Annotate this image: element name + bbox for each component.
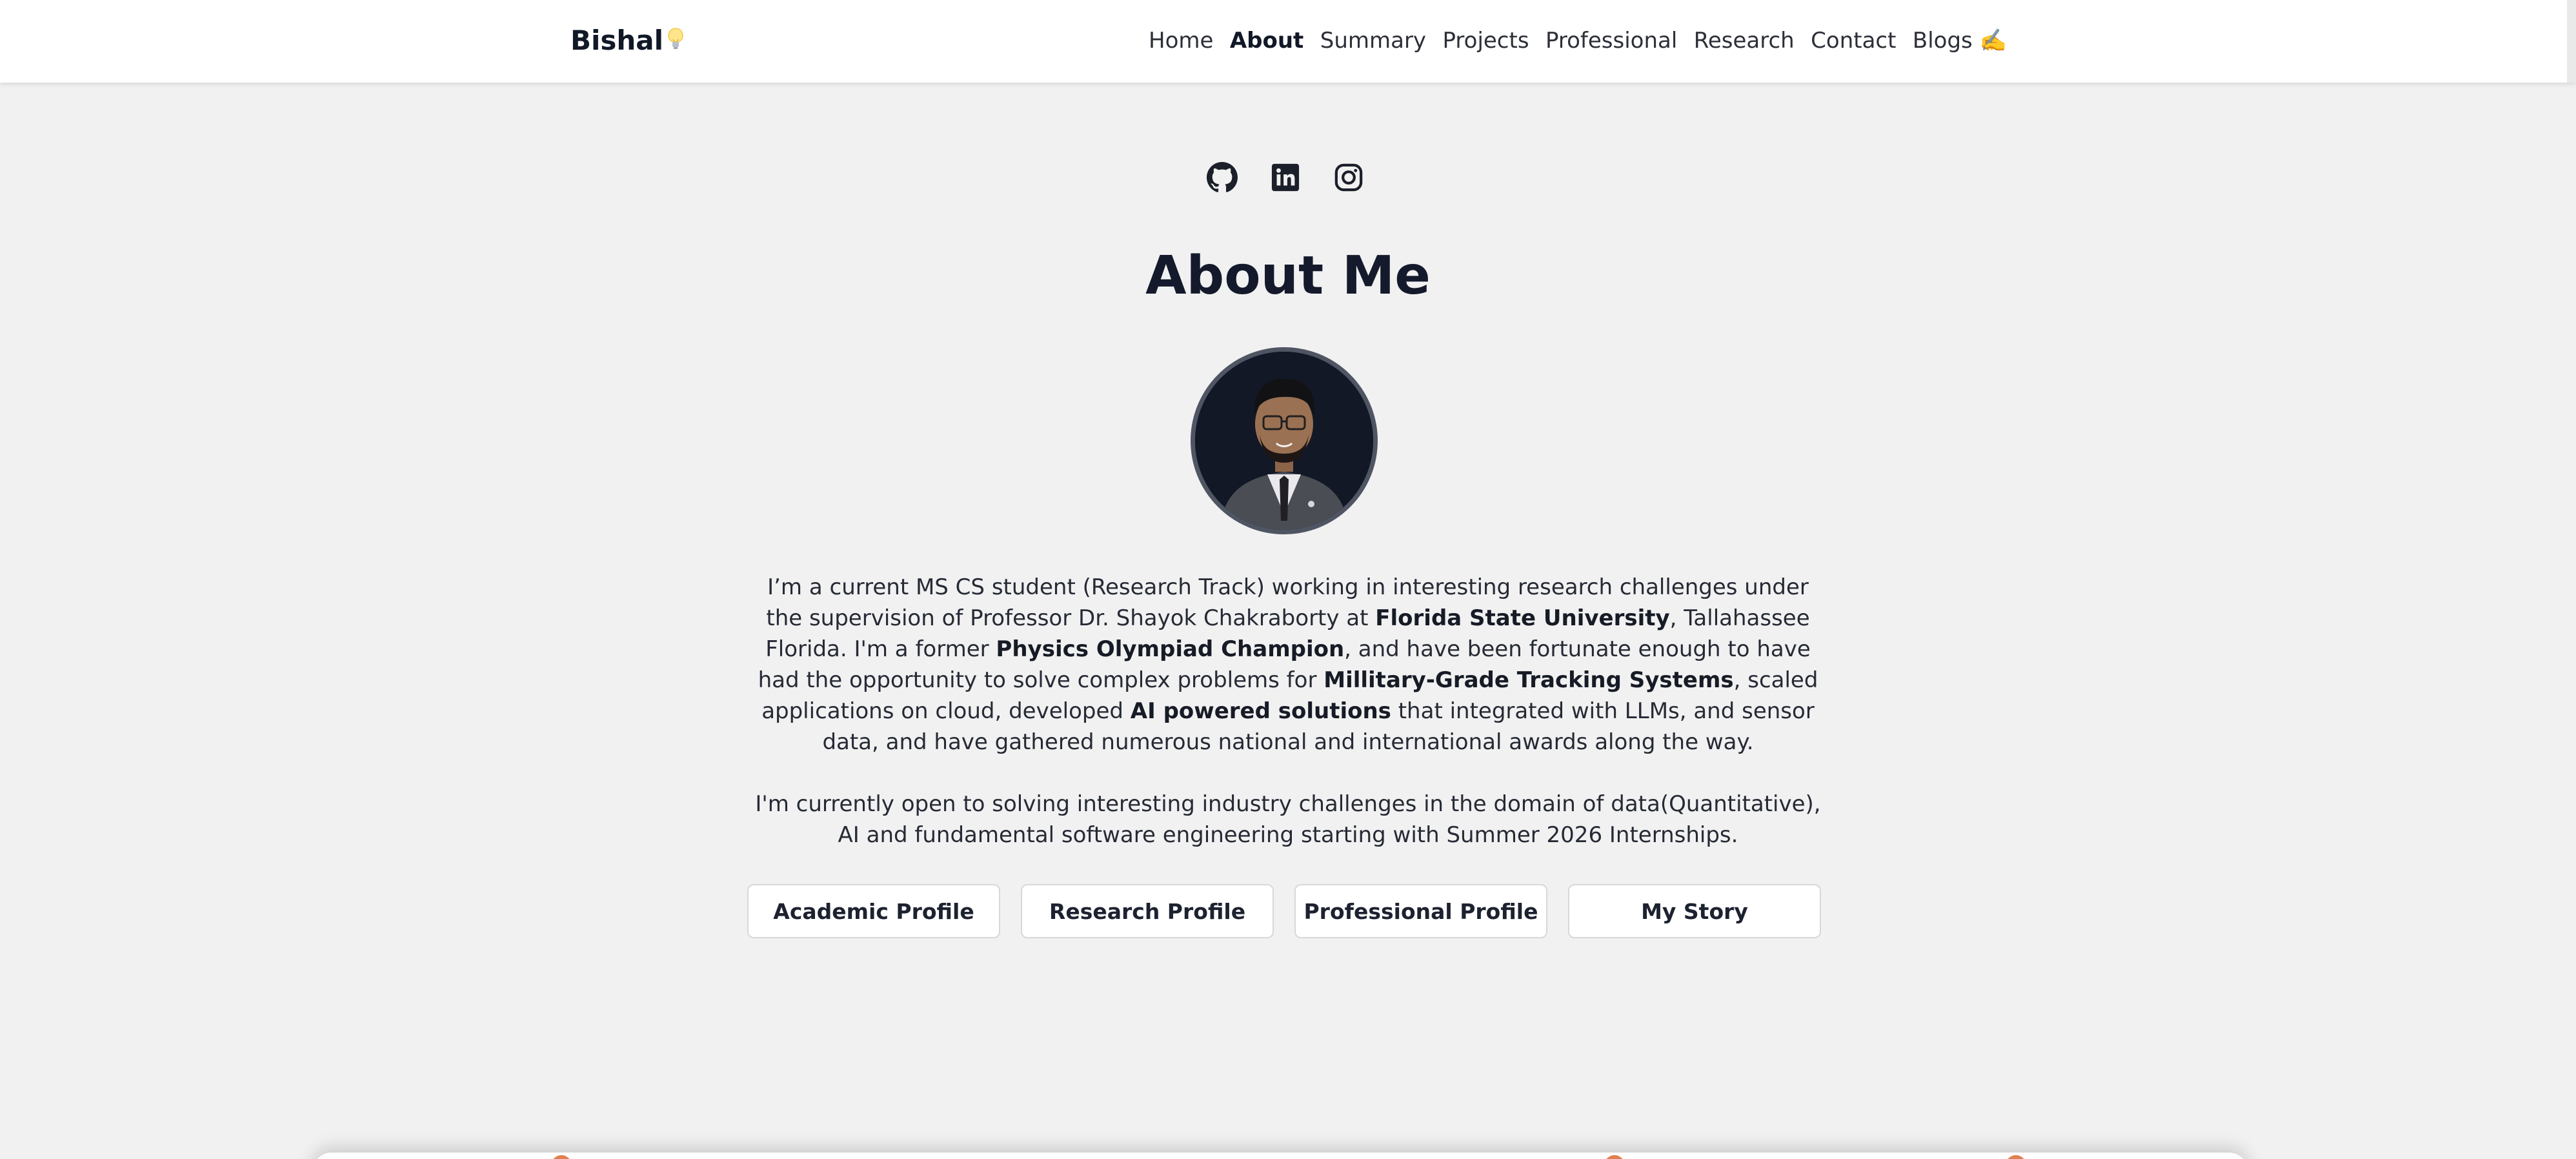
nav-links: Home About Summary Projects Professional… [1149,19,2007,62]
timeline-dot [551,1155,572,1159]
professional-profile-button[interactable]: Professional Profile [1294,884,1547,938]
profile-photo [1195,352,1373,530]
lightbulb-icon [668,28,683,49]
about-bold-ai: AI powered solutions [1130,698,1391,724]
linkedin-icon[interactable] [1267,159,1303,196]
about-text: I’m a current MS CS student (Research Tr… [749,572,1827,882]
about-bold-tracking: Millitary-Grade Tracking Systems [1323,667,1734,693]
brand-logo[interactable]: Bishal [570,22,685,58]
nav-item-blogs[interactable]: Blogs ✍️ [1913,28,2007,54]
academic-profile-button[interactable]: Academic Profile [747,884,1000,938]
timeline-dot [1604,1155,1625,1159]
research-profile-button[interactable]: Research Profile [1021,884,1274,938]
nav-item-projects[interactable]: Projects [1443,28,1529,54]
nav-item-home[interactable]: Home [1149,28,1213,54]
nav-item-about[interactable]: About [1230,28,1303,54]
nav-item-professional[interactable]: Professional [1545,28,1677,54]
profile-buttons: Academic Profile Research Profile Profes… [747,884,1821,938]
scrollbar-edge [2567,0,2576,83]
instagram-icon[interactable] [1331,159,1367,196]
timeline-dot [2006,1155,2026,1159]
about-paragraph-1: I’m a current MS CS student (Research Tr… [749,572,1827,758]
github-icon[interactable] [1204,159,1240,196]
about-bold-olympiad: Physics Olympiad Champion [996,636,1345,662]
page-title: About Me [1145,245,1431,307]
next-section-card [312,1153,2248,1159]
nav-item-research[interactable]: Research [1694,28,1795,54]
my-story-button[interactable]: My Story [1568,884,1821,938]
brand-name: Bishal [570,24,664,56]
nav-item-summary[interactable]: Summary [1320,28,1426,54]
nav-item-contact[interactable]: Contact [1811,28,1896,54]
about-bold-university: Florida State University [1375,605,1670,631]
about-paragraph-2: I'm currently open to solving interestin… [755,791,1821,848]
avatar [1191,347,1378,534]
social-links [1204,157,1367,197]
navbar: Bishal Home About Summary Projects Profe… [0,0,2576,83]
